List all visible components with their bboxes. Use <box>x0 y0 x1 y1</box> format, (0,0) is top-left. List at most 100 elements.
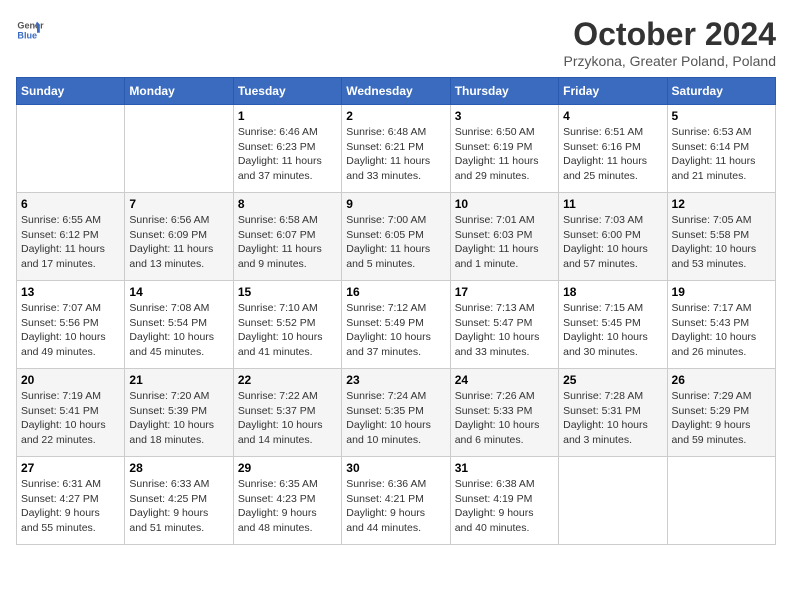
day-info: Sunrise: 6:53 AM Sunset: 6:14 PM Dayligh… <box>672 125 771 184</box>
calendar-cell: 27 Sunrise: 6:31 AM Sunset: 4:27 PM Dayli… <box>17 457 125 545</box>
day-info: Sunrise: 6:36 AM Sunset: 4:21 PM Dayligh… <box>346 477 445 536</box>
weekday-header-wednesday: Wednesday <box>342 78 450 105</box>
day-number: 21 <box>129 373 228 387</box>
day-number: 23 <box>346 373 445 387</box>
calendar-cell: 11 Sunrise: 7:03 AM Sunset: 6:00 PM Dayli… <box>559 193 667 281</box>
day-number: 28 <box>129 461 228 475</box>
day-info: Sunrise: 6:46 AM Sunset: 6:23 PM Dayligh… <box>238 125 337 184</box>
day-info: Sunrise: 6:31 AM Sunset: 4:27 PM Dayligh… <box>21 477 120 536</box>
page-subtitle: Przykona, Greater Poland, Poland <box>564 53 776 69</box>
calendar-cell: 24 Sunrise: 7:26 AM Sunset: 5:33 PM Dayli… <box>450 369 558 457</box>
calendar-cell: 29 Sunrise: 6:35 AM Sunset: 4:23 PM Dayli… <box>233 457 341 545</box>
weekday-header-friday: Friday <box>559 78 667 105</box>
day-info: Sunrise: 6:33 AM Sunset: 4:25 PM Dayligh… <box>129 477 228 536</box>
day-number: 3 <box>455 109 554 123</box>
calendar-cell <box>125 105 233 193</box>
day-number: 6 <box>21 197 120 211</box>
day-info: Sunrise: 6:55 AM Sunset: 6:12 PM Dayligh… <box>21 213 120 272</box>
day-info: Sunrise: 7:08 AM Sunset: 5:54 PM Dayligh… <box>129 301 228 360</box>
logo-icon: General Blue <box>16 16 44 44</box>
calendar-cell: 9Sunrise: 7:00 AM Sunset: 6:05 PM Daylig… <box>342 193 450 281</box>
day-info: Sunrise: 7:20 AM Sunset: 5:39 PM Dayligh… <box>129 389 228 448</box>
calendar-cell: 26 Sunrise: 7:29 AM Sunset: 5:29 PM Dayli… <box>667 369 775 457</box>
day-number: 31 <box>455 461 554 475</box>
day-info: Sunrise: 6:35 AM Sunset: 4:23 PM Dayligh… <box>238 477 337 536</box>
day-info: Sunrise: 6:48 AM Sunset: 6:21 PM Dayligh… <box>346 125 445 184</box>
calendar-cell: 19Sunrise: 7:17 AM Sunset: 5:43 PM Dayli… <box>667 281 775 369</box>
calendar-week-1: 1 Sunrise: 6:46 AM Sunset: 6:23 PM Daylig… <box>17 105 776 193</box>
calendar-body: 1 Sunrise: 6:46 AM Sunset: 6:23 PM Daylig… <box>17 105 776 545</box>
calendar-cell <box>667 457 775 545</box>
calendar-cell: 1 Sunrise: 6:46 AM Sunset: 6:23 PM Daylig… <box>233 105 341 193</box>
day-number: 26 <box>672 373 771 387</box>
calendar-table: SundayMondayTuesdayWednesdayThursdayFrid… <box>16 77 776 545</box>
calendar-cell: 16Sunrise: 7:12 AM Sunset: 5:49 PM Dayli… <box>342 281 450 369</box>
page-header: General Blue October 2024 Przykona, Grea… <box>16 16 776 69</box>
day-number: 17 <box>455 285 554 299</box>
calendar-cell: 30 Sunrise: 6:36 AM Sunset: 4:21 PM Dayli… <box>342 457 450 545</box>
day-number: 19 <box>672 285 771 299</box>
calendar-cell: 5 Sunrise: 6:53 AM Sunset: 6:14 PM Daylig… <box>667 105 775 193</box>
day-number: 14 <box>129 285 228 299</box>
calendar-cell: 21 Sunrise: 7:20 AM Sunset: 5:39 PM Dayli… <box>125 369 233 457</box>
calendar-cell: 14 Sunrise: 7:08 AM Sunset: 5:54 PM Dayli… <box>125 281 233 369</box>
calendar-header: SundayMondayTuesdayWednesdayThursdayFrid… <box>17 78 776 105</box>
calendar-week-5: 27 Sunrise: 6:31 AM Sunset: 4:27 PM Dayli… <box>17 457 776 545</box>
day-info: Sunrise: 6:38 AM Sunset: 4:19 PM Dayligh… <box>455 477 554 536</box>
day-info: Sunrise: 7:26 AM Sunset: 5:33 PM Dayligh… <box>455 389 554 448</box>
day-number: 29 <box>238 461 337 475</box>
day-number: 24 <box>455 373 554 387</box>
day-number: 7 <box>129 197 228 211</box>
day-number: 18 <box>563 285 662 299</box>
day-info: Sunrise: 7:29 AM Sunset: 5:29 PM Dayligh… <box>672 389 771 448</box>
calendar-cell: 8Sunrise: 6:58 AM Sunset: 6:07 PM Daylig… <box>233 193 341 281</box>
day-info: Sunrise: 7:24 AM Sunset: 5:35 PM Dayligh… <box>346 389 445 448</box>
day-info: Sunrise: 7:12 AM Sunset: 5:49 PM Dayligh… <box>346 301 445 360</box>
day-info: Sunrise: 7:05 AM Sunset: 5:58 PM Dayligh… <box>672 213 771 272</box>
day-number: 12 <box>672 197 771 211</box>
logo: General Blue <box>16 16 44 44</box>
calendar-week-2: 6 Sunrise: 6:55 AM Sunset: 6:12 PM Daylig… <box>17 193 776 281</box>
day-number: 1 <box>238 109 337 123</box>
day-number: 13 <box>21 285 120 299</box>
calendar-week-3: 13Sunrise: 7:07 AM Sunset: 5:56 PM Dayli… <box>17 281 776 369</box>
day-info: Sunrise: 7:22 AM Sunset: 5:37 PM Dayligh… <box>238 389 337 448</box>
day-info: Sunrise: 6:51 AM Sunset: 6:16 PM Dayligh… <box>563 125 662 184</box>
calendar-cell: 23 Sunrise: 7:24 AM Sunset: 5:35 PM Dayli… <box>342 369 450 457</box>
calendar-cell: 15Sunrise: 7:10 AM Sunset: 5:52 PM Dayli… <box>233 281 341 369</box>
title-block: October 2024 Przykona, Greater Poland, P… <box>564 16 776 69</box>
weekday-header-saturday: Saturday <box>667 78 775 105</box>
day-info: Sunrise: 6:50 AM Sunset: 6:19 PM Dayligh… <box>455 125 554 184</box>
calendar-cell: 12 Sunrise: 7:05 AM Sunset: 5:58 PM Dayli… <box>667 193 775 281</box>
day-info: Sunrise: 7:13 AM Sunset: 5:47 PM Dayligh… <box>455 301 554 360</box>
day-number: 20 <box>21 373 120 387</box>
weekday-header-row: SundayMondayTuesdayWednesdayThursdayFrid… <box>17 78 776 105</box>
day-info: Sunrise: 6:58 AM Sunset: 6:07 PM Dayligh… <box>238 213 337 272</box>
day-number: 25 <box>563 373 662 387</box>
calendar-cell: 20Sunrise: 7:19 AM Sunset: 5:41 PM Dayli… <box>17 369 125 457</box>
svg-text:Blue: Blue <box>17 30 37 40</box>
day-number: 22 <box>238 373 337 387</box>
calendar-cell: 10Sunrise: 7:01 AM Sunset: 6:03 PM Dayli… <box>450 193 558 281</box>
weekday-header-monday: Monday <box>125 78 233 105</box>
day-number: 27 <box>21 461 120 475</box>
page-title: October 2024 <box>564 16 776 53</box>
calendar-cell: 31 Sunrise: 6:38 AM Sunset: 4:19 PM Dayli… <box>450 457 558 545</box>
calendar-cell: 3 Sunrise: 6:50 AM Sunset: 6:19 PM Daylig… <box>450 105 558 193</box>
day-info: Sunrise: 7:03 AM Sunset: 6:00 PM Dayligh… <box>563 213 662 272</box>
day-number: 30 <box>346 461 445 475</box>
calendar-cell: 2 Sunrise: 6:48 AM Sunset: 6:21 PM Daylig… <box>342 105 450 193</box>
calendar-cell: 17 Sunrise: 7:13 AM Sunset: 5:47 PM Dayli… <box>450 281 558 369</box>
calendar-cell: 6 Sunrise: 6:55 AM Sunset: 6:12 PM Daylig… <box>17 193 125 281</box>
svg-text:General: General <box>17 21 44 31</box>
day-info: Sunrise: 7:10 AM Sunset: 5:52 PM Dayligh… <box>238 301 337 360</box>
day-number: 9 <box>346 197 445 211</box>
calendar-cell: 7Sunrise: 6:56 AM Sunset: 6:09 PM Daylig… <box>125 193 233 281</box>
calendar-cell <box>559 457 667 545</box>
calendar-cell: 13Sunrise: 7:07 AM Sunset: 5:56 PM Dayli… <box>17 281 125 369</box>
day-info: Sunrise: 7:01 AM Sunset: 6:03 PM Dayligh… <box>455 213 554 272</box>
weekday-header-thursday: Thursday <box>450 78 558 105</box>
day-number: 11 <box>563 197 662 211</box>
day-number: 5 <box>672 109 771 123</box>
day-number: 2 <box>346 109 445 123</box>
